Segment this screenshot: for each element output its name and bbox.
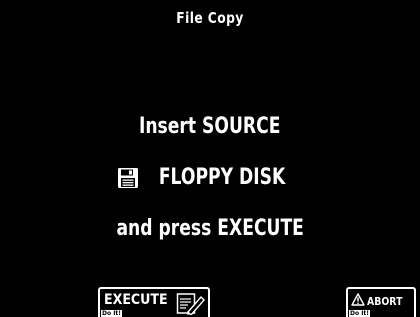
message-line-1-text: Insert SOURCE [139, 114, 281, 139]
message-line-2: FLOPPY DISK [0, 165, 420, 195]
message-line-3-text: and press EXECUTE [116, 216, 304, 241]
execute-button-label: EXECUTE [104, 292, 168, 308]
page-title: File Copy [176, 9, 244, 27]
abort-button[interactable]: ABORT Do It! [346, 287, 416, 317]
floppy-disk-icon [117, 167, 138, 188]
message-line-3: and press EXECUTE [0, 216, 420, 241]
message-line-2-text: FLOPPY DISK [158, 165, 286, 190]
pen-and-paper-icon [176, 293, 205, 315]
abort-do-it-label: Do It! [349, 310, 371, 317]
message-line-1: Insert SOURCE [0, 114, 420, 139]
execute-do-it-label: Do It! [101, 310, 123, 317]
warning-triangle-icon [351, 293, 365, 306]
abort-button-label: ABORT [367, 295, 403, 308]
file-copy-screen: File Copy Insert SOURCE FLOPPY DISK and … [0, 0, 420, 317]
execute-button[interactable]: EXECUTE Do It! [98, 287, 210, 317]
